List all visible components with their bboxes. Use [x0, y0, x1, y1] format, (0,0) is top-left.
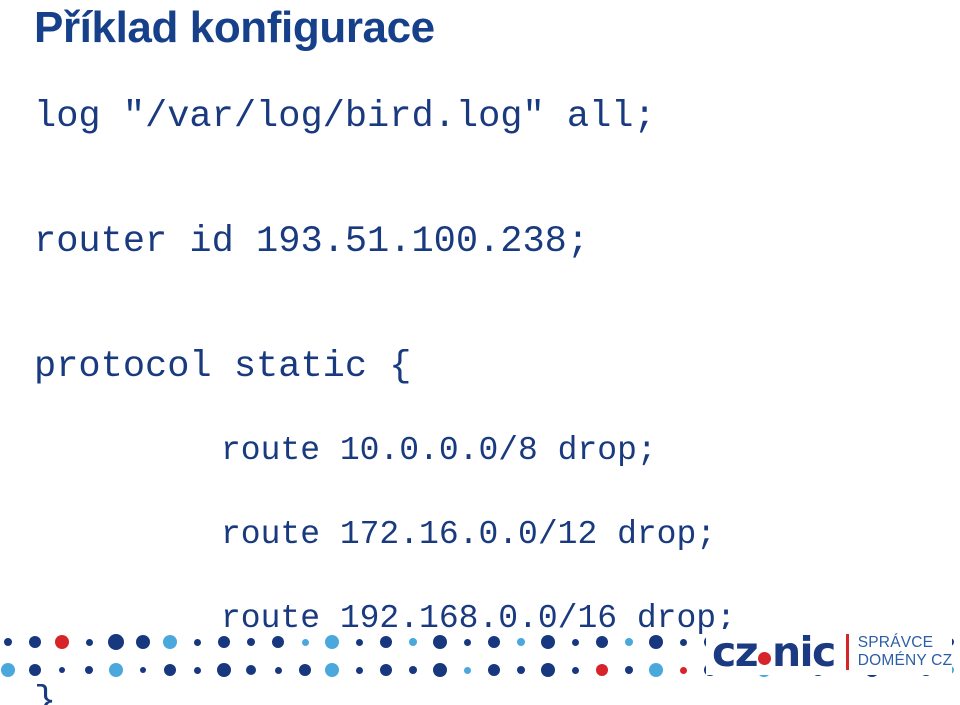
logo-divider	[845, 634, 849, 670]
code-line: route 172.16.0.0/12 drop;	[221, 516, 717, 553]
cznic-logo: cz nic SPRÁVCE DOMÉNY CZ	[706, 627, 953, 676]
page-title: Příklad konfigurace	[34, 3, 435, 52]
code-line: route 10.0.0.0/8 drop;	[221, 432, 657, 469]
logo-wordmark: cz nic	[712, 627, 836, 676]
logo-text-nic: nic	[771, 627, 836, 676]
code-line: router id 193.51.100.238;	[34, 221, 590, 263]
code-line: protocol static {	[34, 346, 412, 388]
logo-tagline-line2: DOMÉNY CZ	[857, 652, 953, 669]
code-line: }	[34, 681, 57, 705]
code-block: log "/var/log/bird.log" all; router id 1…	[0, 58, 960, 705]
presentation-slide: Příklad konfigurace log "/var/log/bird.l…	[0, 0, 960, 705]
code-line: log "/var/log/bird.log" all;	[34, 96, 656, 138]
logo-text-cz: cz	[712, 627, 759, 676]
logo-red-dot-icon	[757, 651, 771, 665]
logo-tagline: SPRÁVCE DOMÉNY CZ	[858, 634, 953, 670]
logo-tagline-line1: SPRÁVCE	[857, 634, 934, 651]
